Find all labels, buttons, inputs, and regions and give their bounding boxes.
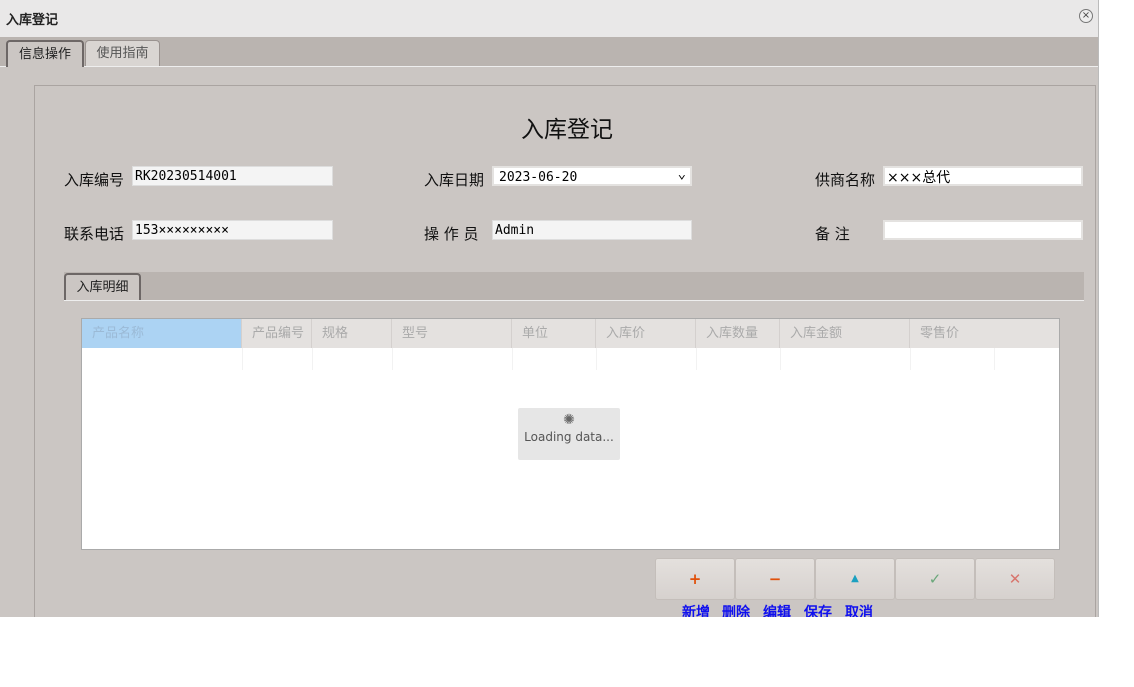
window-title: 入库登记 [6,9,58,28]
grid-cell [82,348,243,370]
grid-cell [242,348,313,370]
plus-icon: + [689,570,702,588]
code-input[interactable]: RK20230514001 [132,166,333,186]
tab-info-operation[interactable]: 信息操作 [6,40,84,67]
loading-text: Loading data... [518,430,620,444]
date-value: 2023-06-20 [499,170,577,185]
cancel-button[interactable]: ✕ [975,558,1055,600]
column-header[interactable]: 入库价 [596,319,696,348]
column-header[interactable]: 规格 [312,319,392,348]
date-select[interactable]: 2023-06-20 [492,166,692,186]
operator-label: 操 作 员 [424,223,479,244]
column-header[interactable]: 入库数量 [696,319,780,348]
date-label: 入库日期 [424,169,484,190]
check-icon: ✓ [929,570,942,588]
add-button[interactable]: + [655,558,735,600]
edit-button[interactable]: ▲ [815,558,895,600]
page-title: 入库登记 [0,110,1099,144]
triangle-up-icon: ▲ [851,573,859,584]
operator-input[interactable]: Admin [492,220,692,240]
x-icon: ✕ [1009,570,1022,588]
title-bar: 入库登记 × [0,0,1098,37]
grid-cell [512,348,597,370]
close-icon[interactable]: × [1079,9,1093,23]
dialog-window: 入库登记 × 信息操作 使用指南 入库登记 入库编号 RK20230514001… [0,0,1099,617]
column-header[interactable]: 型号 [392,319,512,348]
tab-detail[interactable]: 入库明细 [64,273,141,300]
delete-label[interactable]: 删除 [722,602,750,617]
main-tabs: 信息操作 使用指南 [0,37,1098,67]
save-button[interactable]: ✓ [895,558,975,600]
spinner-icon: ✺ [518,412,620,428]
column-header[interactable]: 产品名称 [82,319,242,348]
grid-cell [312,348,393,370]
grid-cell [910,348,995,370]
cancel-label[interactable]: 取消 [845,602,873,617]
code-label: 入库编号 [64,169,124,190]
delete-button[interactable]: − [735,558,815,600]
note-input[interactable] [883,220,1083,240]
grid-cell [780,348,911,370]
edit-label[interactable]: 编辑 [763,602,791,617]
grid-cell [696,348,781,370]
detail-tabs: 入库明细 [64,272,1084,301]
column-header[interactable]: 零售价 [910,319,1059,348]
supplier-label: 供商名称 [815,169,875,190]
column-header[interactable]: 单位 [512,319,596,348]
grid-cell [392,348,513,370]
tab-user-guide[interactable]: 使用指南 [85,40,160,66]
column-header[interactable]: 入库金额 [780,319,910,348]
note-label: 备 注 [815,223,850,244]
supplier-input[interactable]: ×××总代 [883,166,1083,186]
column-header[interactable]: 产品编号 [242,319,312,348]
phone-input[interactable]: 153××××××××× [132,220,333,240]
add-label[interactable]: 新增 [682,602,710,617]
minus-icon: − [769,570,782,588]
grid-cell [596,348,697,370]
phone-label: 联系电话 [64,223,124,244]
save-label[interactable]: 保存 [804,602,832,617]
loading-indicator: ✺ Loading data... [518,408,620,460]
